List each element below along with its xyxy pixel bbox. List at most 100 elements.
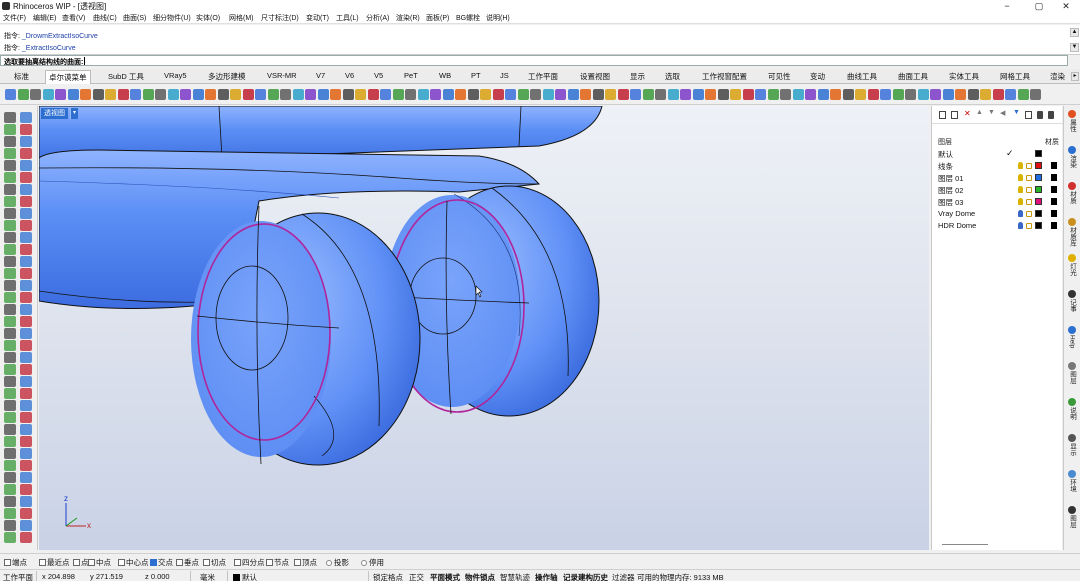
osnap-mode-option[interactable]: 停用 [361, 557, 384, 568]
visibility-bulb-icon[interactable] [1018, 198, 1023, 205]
wireframe-icon[interactable] [742, 89, 754, 100]
sphere-icon[interactable] [17, 89, 29, 100]
menu-analyze[interactable]: 分析(A) [366, 13, 389, 23]
light-icon[interactable] [605, 89, 616, 100]
tool-icon[interactable] [4, 484, 16, 495]
checkbox-icon[interactable] [203, 559, 210, 566]
tool-icon[interactable] [20, 388, 32, 399]
tool-icon[interactable] [4, 256, 16, 267]
status-toggle[interactable]: 锁定格点 [373, 572, 403, 581]
tool-icon[interactable] [20, 172, 32, 183]
move-down-icon[interactable]: ▼ [988, 109, 995, 117]
material-header[interactable]: 材质 [1045, 137, 1059, 147]
osnap-mode-option[interactable]: 投影 [326, 557, 349, 568]
tool-icon[interactable] [20, 292, 32, 303]
tool-icon[interactable] [20, 148, 32, 159]
tool-icon[interactable] [4, 232, 16, 243]
tool-icon[interactable] [4, 160, 16, 171]
front-wheel[interactable] [191, 205, 421, 466]
tool-icon[interactable] [4, 460, 16, 471]
layer-row[interactable]: HDR Dome [932, 220, 1063, 232]
tool-icon[interactable] [4, 172, 16, 183]
close-button[interactable]: ✕ [1052, 0, 1080, 12]
radio-icon[interactable] [326, 560, 332, 566]
camera-icon[interactable] [317, 89, 329, 100]
tool-icon[interactable] [20, 520, 32, 531]
color-icon[interactable] [592, 89, 604, 100]
tool-icon[interactable] [20, 436, 32, 447]
tool-icon[interactable] [4, 316, 16, 327]
new-layer-icon[interactable] [939, 111, 946, 119]
current-layer-check-icon[interactable]: ✓ [1006, 148, 1014, 159]
texture-icon[interactable] [955, 89, 966, 100]
tool-icon[interactable] [20, 316, 32, 327]
sphere-icon[interactable] [267, 89, 279, 100]
cplane-indicator[interactable]: 工作平面 [3, 572, 33, 581]
tab-mesh-tools[interactable]: 网格工具 [1000, 71, 1030, 82]
menu-file[interactable]: 文件(F) [3, 13, 26, 23]
viewport-title[interactable]: 透视图 [41, 108, 68, 119]
render-icon[interactable] [280, 89, 291, 100]
tool-icon[interactable] [4, 208, 16, 219]
tab-vsr-mr[interactable]: VSR-MR [267, 71, 297, 80]
menu-curve[interactable]: 曲线(C) [93, 13, 117, 23]
status-toggle[interactable]: 过滤器 [612, 572, 635, 581]
render-icon[interactable] [30, 89, 41, 100]
tool-icon[interactable] [20, 160, 32, 171]
color-icon[interactable] [92, 89, 104, 100]
new-sublayer-icon[interactable] [951, 111, 958, 119]
wireframe-icon[interactable] [367, 89, 379, 100]
model-canvas[interactable]: z x [39, 106, 929, 550]
render-icon[interactable] [655, 89, 666, 100]
gear-icon[interactable] [630, 89, 641, 100]
wireframe-icon[interactable] [867, 89, 879, 100]
color-icon[interactable] [717, 89, 729, 100]
color-icon[interactable] [842, 89, 854, 100]
visibility-bulb-icon[interactable] [1018, 174, 1023, 181]
osnap-option[interactable]: 切点 [203, 557, 226, 568]
menu-help[interactable]: 说明(H) [486, 13, 510, 23]
tab-js[interactable]: JS [500, 71, 509, 80]
sphere-icon[interactable] [1017, 89, 1029, 100]
grid-icon[interactable] [930, 89, 941, 100]
material-icon[interactable] [167, 89, 179, 100]
layer-color-swatch[interactable] [1035, 210, 1042, 217]
camera-icon[interactable] [192, 89, 204, 100]
menu-tools[interactable]: 工具(L) [336, 13, 359, 23]
tool-icon[interactable] [4, 448, 16, 459]
checkbox-icon[interactable] [39, 559, 46, 566]
layer-row[interactable]: 默认 ✓ [932, 148, 1063, 160]
tool-icon[interactable] [4, 292, 16, 303]
tool-icon[interactable] [20, 376, 32, 387]
layer-color-swatch[interactable] [1035, 150, 1042, 157]
material-icon[interactable] [792, 89, 804, 100]
tab-set-view[interactable]: 设置视图 [580, 71, 610, 82]
tool-icon[interactable] [20, 340, 32, 351]
tool-icon[interactable] [20, 220, 32, 231]
material-icon[interactable] [42, 89, 54, 100]
layer-color-swatch[interactable] [1035, 162, 1042, 169]
tool-icon[interactable] [20, 136, 32, 147]
tool-icon[interactable] [20, 208, 32, 219]
tool-icon[interactable] [4, 340, 16, 351]
current-layer[interactable]: 默认 [233, 572, 257, 581]
panel-resize-handle[interactable] [942, 544, 988, 545]
visibility-bulb-icon[interactable] [1018, 162, 1023, 169]
menu-solid[interactable]: 实体(O) [196, 13, 220, 23]
osnap-option[interactable]: 点 [73, 557, 89, 568]
command-input[interactable]: 选取要抽离结构线的曲面: [0, 55, 1068, 66]
osnap-option[interactable]: 交点 [150, 557, 173, 568]
grid-icon[interactable] [680, 89, 691, 100]
tools-icon[interactable] [1037, 111, 1043, 119]
checkbox-icon[interactable] [176, 559, 183, 566]
gear-icon[interactable] [380, 89, 391, 100]
layer-header[interactable]: 图层 [938, 137, 952, 147]
sphere-icon[interactable] [517, 89, 529, 100]
sphere-icon[interactable] [392, 89, 404, 100]
lock-icon[interactable] [1026, 175, 1032, 181]
tool-icon[interactable] [4, 424, 16, 435]
osnap-option[interactable]: 中点 [88, 557, 111, 568]
tool-icon[interactable] [4, 472, 16, 483]
panel-tab[interactable]: 属性 [1064, 110, 1080, 132]
lock-icon[interactable] [1026, 211, 1032, 217]
